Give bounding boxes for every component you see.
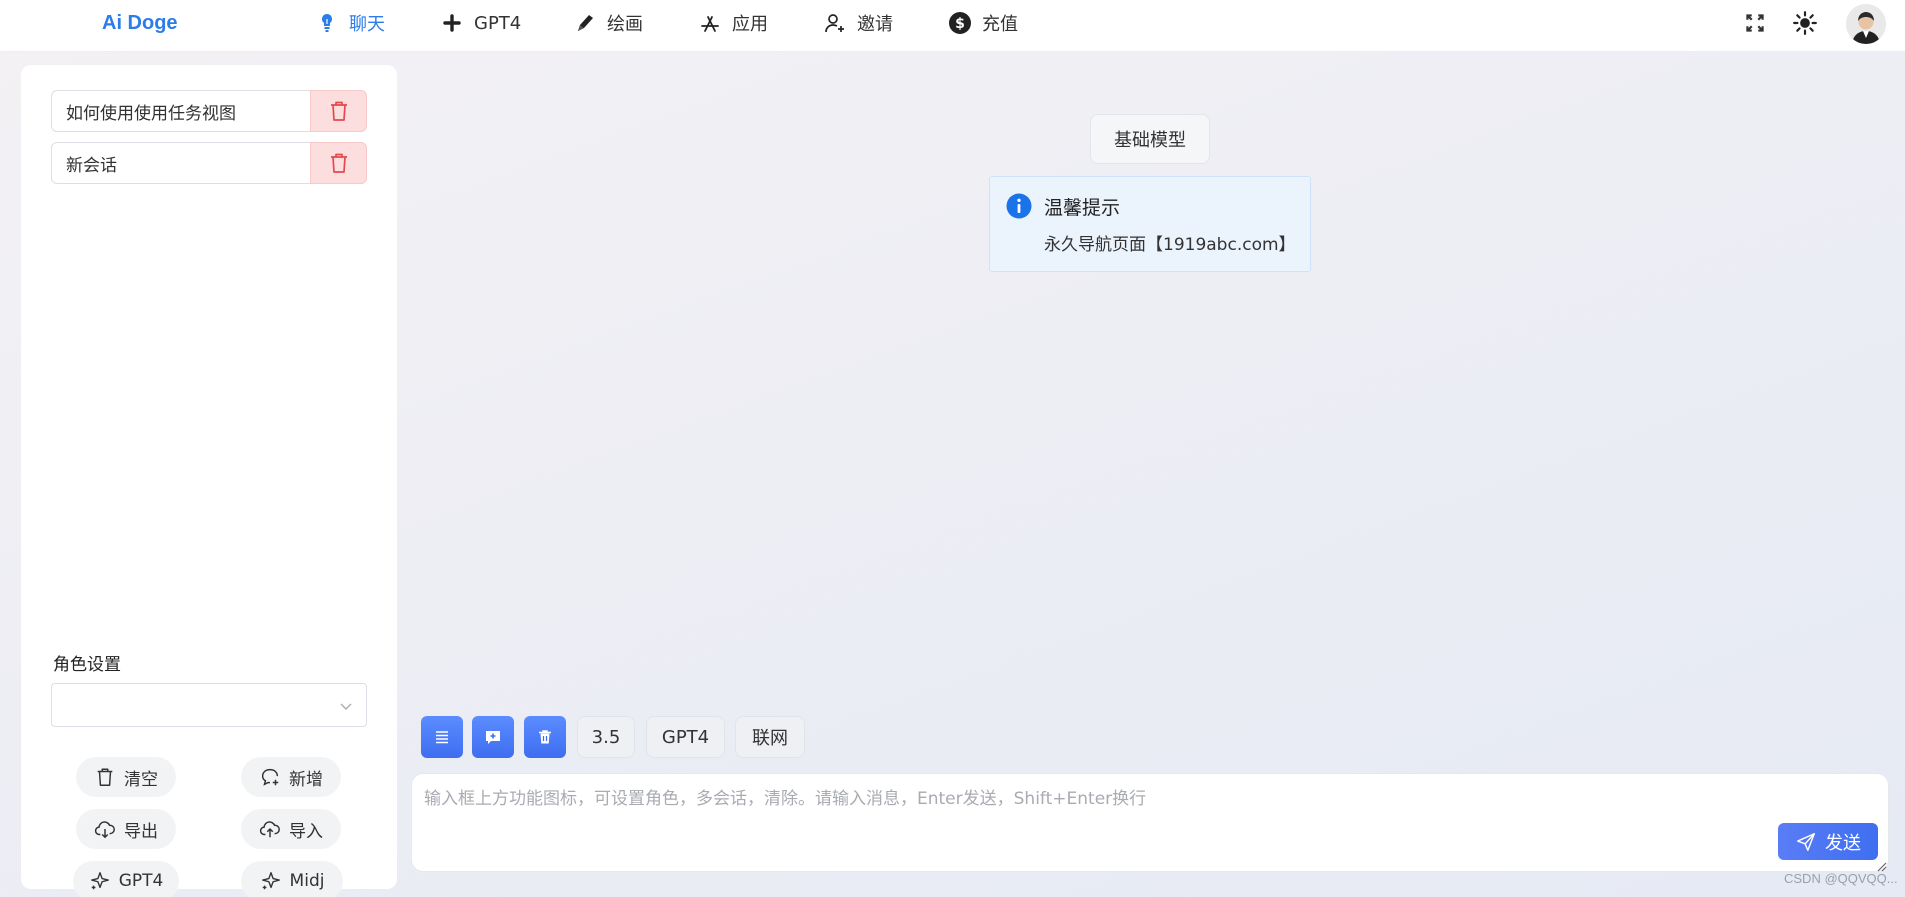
sparkle-icon xyxy=(261,872,280,890)
info-notice: 温馨提示 永久导航页面【1919abc.com】 xyxy=(989,176,1311,272)
menu-toggle-button[interactable] xyxy=(421,716,463,758)
role-settings-label: 角色设置 xyxy=(53,655,121,675)
notice-title: 温馨提示 xyxy=(1044,197,1121,219)
delete-session-button[interactable] xyxy=(310,142,367,184)
new-chat-button[interactable] xyxy=(472,716,514,758)
info-icon xyxy=(1006,193,1032,219)
role-select[interactable] xyxy=(51,683,367,727)
svg-text:$: $ xyxy=(955,16,965,32)
send-button[interactable]: 发送 xyxy=(1778,823,1878,860)
nav-item-chat[interactable]: 聊天 xyxy=(315,9,385,37)
nav-label: 邀请 xyxy=(857,14,893,35)
clear-button[interactable]: 清空 xyxy=(76,757,176,797)
clear-label: 清空 xyxy=(124,769,158,790)
app-store-icon xyxy=(701,16,719,32)
midjourney-label: Midj xyxy=(289,871,325,891)
web-search-button[interactable]: 联网 xyxy=(735,716,805,758)
nav-label: 绘画 xyxy=(607,14,643,35)
model-35-button[interactable]: 3.5 xyxy=(577,716,635,758)
cloud-download-icon xyxy=(94,821,115,839)
lightbulb-icon xyxy=(322,14,332,32)
cloud-upload-icon xyxy=(259,821,280,838)
list-icon xyxy=(436,731,448,744)
midjourney-button[interactable]: Midj xyxy=(241,861,343,897)
export-button[interactable]: 导出 xyxy=(76,809,176,849)
import-label: 导入 xyxy=(289,821,323,842)
sparkle-icon xyxy=(90,872,109,890)
message-input[interactable] xyxy=(424,784,1624,854)
user-avatar-image xyxy=(1846,4,1886,44)
nav-label: 充值 xyxy=(982,14,1018,35)
sidebar: 如何使用使用任务视图 新会话 角色设置 清空 新增 导出 导入 GPT4 Mid… xyxy=(21,65,397,897)
import-button[interactable]: 导入 xyxy=(241,809,341,849)
new-session-button[interactable]: 新增 xyxy=(241,757,341,797)
base-model-tag[interactable]: 基础模型 xyxy=(1090,114,1210,164)
session-title[interactable]: 新会话 xyxy=(51,142,310,184)
app-logo[interactable]: Ai Doge xyxy=(102,12,178,35)
watermark: CSDN @QQVQQ... xyxy=(1784,871,1898,886)
sun-icon[interactable] xyxy=(1792,10,1818,36)
gpt4-label: GPT4 xyxy=(118,871,164,891)
session-item[interactable]: 新会话 xyxy=(51,142,367,184)
trash-icon xyxy=(330,101,347,121)
avatar[interactable] xyxy=(1846,4,1886,44)
nav-item-apps[interactable]: 应用 xyxy=(698,9,768,37)
nav-item-gpt4[interactable]: GPT4 xyxy=(440,9,521,37)
export-label: 导出 xyxy=(124,821,158,842)
delete-session-button[interactable] xyxy=(310,90,367,132)
nav-label: 聊天 xyxy=(349,14,385,35)
notice-body: 永久导航页面【1919abc.com】 xyxy=(1044,235,1296,255)
dollar-icon: $ xyxy=(949,12,971,34)
user-plus-icon xyxy=(825,14,844,33)
send-label: 发送 xyxy=(1825,832,1861,854)
fullscreen-icon[interactable] xyxy=(1742,10,1768,36)
new-session-label: 新增 xyxy=(289,769,323,790)
nav-item-draw[interactable]: 绘画 xyxy=(573,9,643,37)
trash-icon xyxy=(539,730,551,744)
session-title[interactable]: 如何使用使用任务视图 xyxy=(51,90,310,132)
message-plus-icon xyxy=(486,731,500,744)
pencil-icon xyxy=(578,15,593,31)
nav-label: 应用 xyxy=(732,14,768,35)
plus-icon xyxy=(443,14,461,32)
chat-input-box xyxy=(411,773,1889,872)
gpt4-button[interactable]: GPT4 xyxy=(73,861,179,897)
trash-icon xyxy=(330,153,347,173)
chevron-down-icon xyxy=(340,703,352,710)
model-gpt4-button[interactable]: GPT4 xyxy=(646,716,725,758)
trash-icon xyxy=(97,768,113,786)
send-icon xyxy=(1797,832,1815,851)
session-item[interactable]: 如何使用使用任务视图 xyxy=(51,90,367,132)
nav-item-recharge[interactable]: $ 充值 xyxy=(948,9,1018,37)
clear-chat-button[interactable] xyxy=(524,716,566,758)
nav-item-invite[interactable]: 邀请 xyxy=(823,9,893,37)
nav-label: GPT4 xyxy=(474,12,522,34)
top-navigation-bar: Ai Doge 聊天 GPT4 绘画 应用 邀请 $ 充值 xyxy=(0,0,1905,52)
chat-plus-icon xyxy=(261,768,279,786)
